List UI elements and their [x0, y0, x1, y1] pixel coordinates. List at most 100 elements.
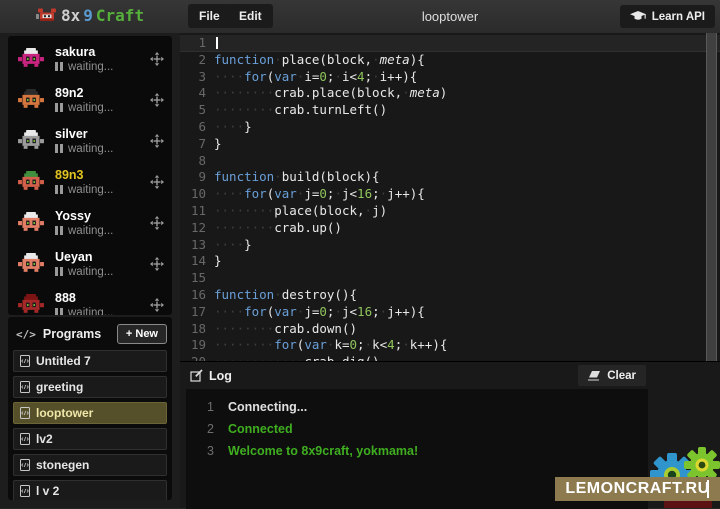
- log-entry-number: 3: [186, 440, 214, 462]
- move-player-icon[interactable]: [150, 134, 164, 148]
- code-line[interactable]: 2 function·place(block,·meta){: [180, 52, 720, 69]
- code-line[interactable]: 10 ····for(var·j=0;·j<16;·j++){: [180, 186, 720, 203]
- line-number: 6: [180, 119, 206, 136]
- line-number: 19: [180, 337, 206, 354]
- code-line[interactable]: 16 function·destroy(){: [180, 287, 720, 304]
- player-row[interactable]: Yossy waiting...: [8, 202, 172, 243]
- log-title: Log: [209, 369, 232, 383]
- code-line[interactable]: 1: [180, 35, 720, 52]
- watermark-tick: [707, 480, 709, 498]
- player-status-text: waiting...: [68, 307, 113, 316]
- move-player-icon[interactable]: [150, 216, 164, 230]
- file-menu-button[interactable]: File: [188, 4, 231, 28]
- line-number: 1: [180, 35, 206, 52]
- code-editor[interactable]: 1 2 function·place(block,·meta){ 3 ····f…: [180, 33, 720, 363]
- player-info: Ueyan waiting...: [55, 250, 150, 278]
- code-line[interactable]: 14 }: [180, 253, 720, 270]
- pause-icon: [55, 185, 63, 194]
- code-line[interactable]: 18 ········crab.down(): [180, 321, 720, 338]
- move-player-icon[interactable]: [150, 257, 164, 271]
- player-row[interactable]: 89n2 waiting...: [8, 79, 172, 120]
- player-status: waiting...: [55, 102, 150, 114]
- code-line[interactable]: 6 ····}: [180, 119, 720, 136]
- new-program-button[interactable]: + New: [117, 324, 167, 344]
- move-player-icon[interactable]: [150, 298, 164, 312]
- program-list: Untitled 7 greeting looptower lv2 stoneg…: [13, 350, 167, 500]
- move-player-icon[interactable]: [150, 93, 164, 107]
- line-number: 9: [180, 169, 206, 186]
- player-avatar: [16, 294, 46, 316]
- move-player-icon[interactable]: [150, 175, 164, 189]
- player-row[interactable]: Ueyan waiting...: [8, 243, 172, 284]
- program-item-label: lv2: [36, 432, 53, 446]
- watermark-banner: LEMONCRAFT.RU: [555, 477, 720, 501]
- code-line[interactable]: 4 ········crab.place(block,·meta): [180, 85, 720, 102]
- watermark-text: LEMONCRAFT.RU: [565, 480, 709, 498]
- code-line[interactable]: 9 function·build(block){: [180, 169, 720, 186]
- code-line[interactable]: 15: [180, 270, 720, 287]
- program-item[interactable]: stonegen: [13, 454, 167, 476]
- editor-scrollbar[interactable]: [706, 33, 717, 361]
- code-line[interactable]: 12 ········crab.up(): [180, 220, 720, 237]
- clear-log-button[interactable]: Clear: [578, 365, 646, 386]
- code-brackets-icon: </>: [16, 328, 36, 341]
- player-status: waiting...: [55, 184, 150, 196]
- log-entry-number: 1: [186, 396, 214, 418]
- line-number: 5: [180, 102, 206, 119]
- log-entry-text: Welcome to 8x9craft, yokmama!: [228, 440, 418, 462]
- program-item-label: greeting: [36, 380, 83, 394]
- program-file-icon: [20, 433, 30, 445]
- line-number: 7: [180, 136, 206, 153]
- player-info: Yossy waiting...: [55, 209, 150, 237]
- code-line[interactable]: 7 }: [180, 136, 720, 153]
- programs-header: </> Programs + New: [13, 322, 167, 346]
- code-line[interactable]: 19 ········for(var·k=0;·k<4;·k++){: [180, 337, 720, 354]
- line-number: 2: [180, 52, 206, 69]
- line-number: 3: [180, 69, 206, 86]
- move-player-icon[interactable]: [150, 52, 164, 66]
- player-row[interactable]: sakura waiting...: [8, 38, 172, 79]
- line-number: 16: [180, 287, 206, 304]
- code-line[interactable]: 3 ····for(var·i=0;·i<4;·i++){: [180, 69, 720, 86]
- code-line[interactable]: 13 ····}: [180, 237, 720, 254]
- line-number: 12: [180, 220, 206, 237]
- edit-menu-button[interactable]: Edit: [228, 4, 273, 28]
- pause-icon: [55, 308, 63, 315]
- line-number: 4: [180, 85, 206, 102]
- program-item[interactable]: l v 2: [13, 480, 167, 500]
- program-file-icon: [20, 381, 30, 393]
- line-number: 17: [180, 304, 206, 321]
- program-item[interactable]: Untitled 7: [13, 350, 167, 372]
- learn-api-button[interactable]: Learn API: [620, 5, 715, 28]
- logo-text-9: 9: [83, 6, 93, 25]
- line-number: 10: [180, 186, 206, 203]
- player-name: 89n3: [55, 168, 150, 182]
- player-status: waiting...: [55, 225, 150, 237]
- eraser-icon: [588, 371, 601, 381]
- player-info: 89n3 waiting...: [55, 168, 150, 196]
- code-line[interactable]: 17 ····for(var·j=0;·j<16;·j++){: [180, 304, 720, 321]
- player-row[interactable]: silver waiting...: [8, 120, 172, 161]
- program-item[interactable]: greeting: [13, 376, 167, 398]
- player-name: sakura: [55, 45, 150, 59]
- log-entry-text: Connecting...: [228, 396, 307, 418]
- editor-scrollbar-thumb[interactable]: [707, 33, 716, 361]
- program-item[interactable]: lv2: [13, 428, 167, 450]
- log-entry: 3 Welcome to 8x9craft, yokmama!: [186, 440, 648, 462]
- code-line[interactable]: 5 ········crab.turnLeft(): [180, 102, 720, 119]
- player-avatar: [16, 212, 46, 234]
- player-avatar: [16, 89, 46, 111]
- code-line[interactable]: 11 ········place(block,·j): [180, 203, 720, 220]
- pause-icon: [55, 226, 63, 235]
- player-status: waiting...: [55, 61, 150, 73]
- program-item[interactable]: looptower: [13, 402, 167, 424]
- player-avatar: [16, 48, 46, 70]
- log-entry: 1 Connecting...: [186, 396, 648, 418]
- learn-api-label: Learn API: [652, 11, 705, 23]
- player-row[interactable]: 888 waiting...: [8, 284, 172, 315]
- player-status-text: waiting...: [68, 102, 113, 114]
- player-status: waiting...: [55, 307, 150, 316]
- code-line[interactable]: 8: [180, 153, 720, 170]
- text-cursor: [216, 37, 218, 49]
- player-row[interactable]: 89n3 waiting...: [8, 161, 172, 202]
